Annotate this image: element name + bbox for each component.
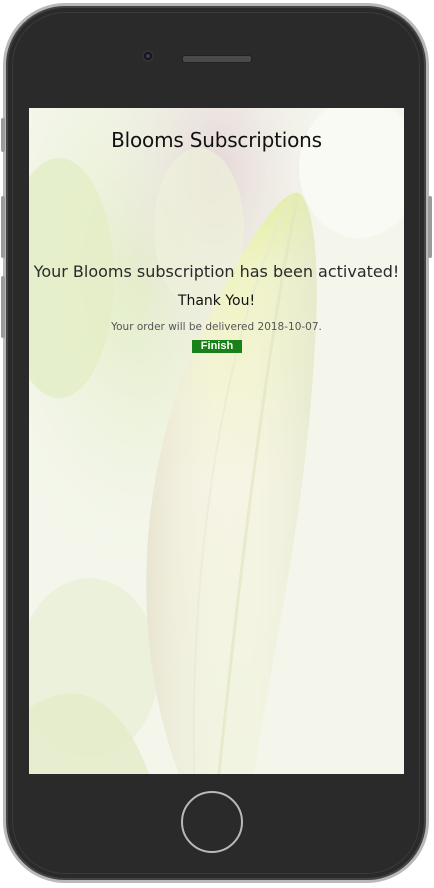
front-camera-icon [142,50,154,62]
app-screen: Blooms Subscriptions Your Blooms subscri… [29,108,404,774]
delivery-date-text: Your order will be delivered 2018-10-07. [111,321,322,333]
mute-switch [1,118,5,152]
power-button [428,196,432,258]
home-button-icon[interactable] [181,791,243,853]
speaker-grille-icon [182,55,252,63]
confirmation-panel: Blooms Subscriptions Your Blooms subscri… [29,108,404,774]
thank-you-text: Thank You! [177,293,256,309]
volume-down-button [1,276,5,338]
finish-button[interactable]: Finish [192,340,242,353]
activation-message: Your Blooms subscription has been activa… [33,262,400,281]
page-title: Blooms Subscriptions [111,128,322,152]
volume-up-button [1,196,5,258]
